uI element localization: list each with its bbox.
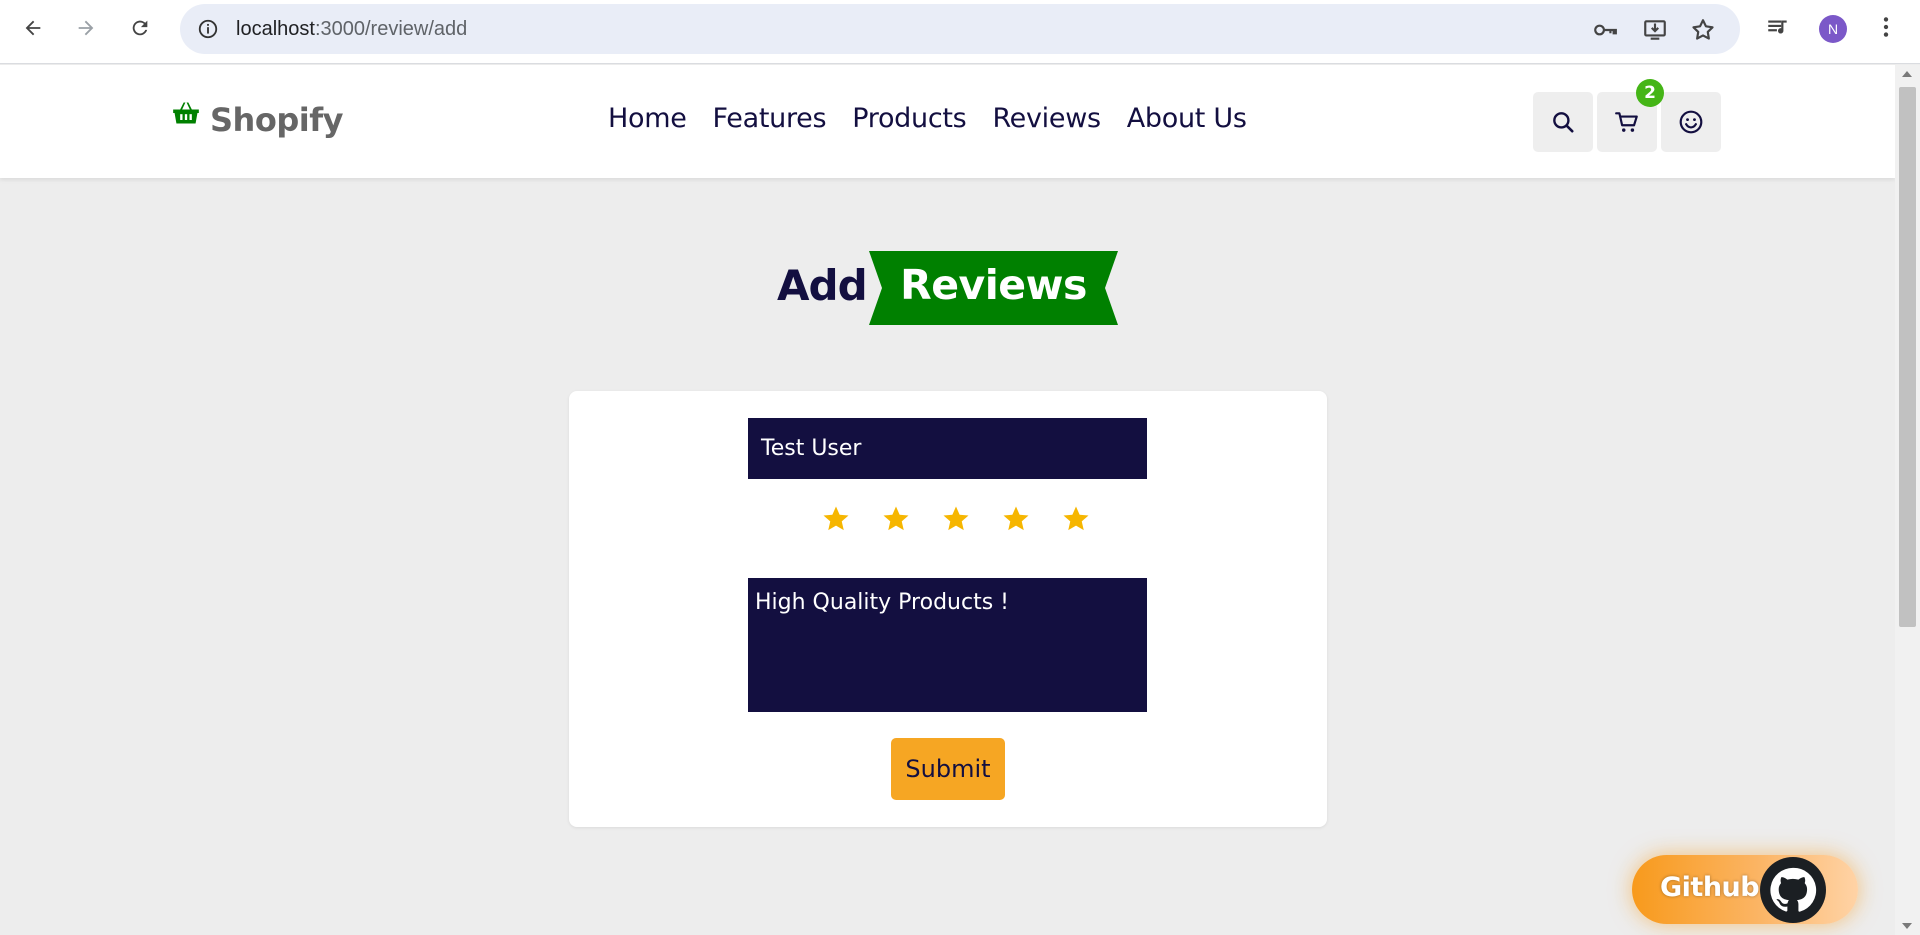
url-host: localhost [236, 18, 315, 40]
profile-avatar[interactable]: N [1819, 15, 1847, 43]
nav-link-products[interactable]: Products [852, 103, 966, 134]
name-input[interactable]: Test User [748, 418, 1147, 479]
password-key-icon[interactable] [1592, 17, 1618, 43]
back-button[interactable] [15, 10, 51, 46]
cart-count-badge: 2 [1636, 79, 1664, 107]
forward-button[interactable] [68, 10, 104, 46]
main-nav: Home Features Products Reviews About Us [608, 103, 1273, 134]
nav-link-features[interactable]: Features [713, 103, 827, 134]
review-form-card: Test User High Quality Products ! Submit [569, 391, 1327, 827]
heading-ribbon: Reviews [869, 251, 1118, 325]
search-button[interactable] [1533, 92, 1593, 152]
scroll-up-arrow-icon[interactable] [1902, 71, 1912, 77]
site-logo[interactable]: Shopify [172, 101, 343, 139]
account-button[interactable] [1661, 92, 1721, 152]
star-icon[interactable] [818, 501, 854, 537]
cart-icon [1615, 112, 1638, 132]
nav-link-reviews[interactable]: Reviews [992, 103, 1101, 134]
scroll-down-arrow-icon[interactable] [1902, 923, 1912, 929]
heading-add-text: Add [777, 261, 868, 310]
scroll-thumb[interactable] [1899, 87, 1916, 627]
star-rating[interactable] [818, 501, 1094, 537]
url-path: :3000/review/add [314, 18, 468, 40]
install-app-icon[interactable] [1642, 17, 1668, 43]
nav-link-home[interactable]: Home [608, 103, 687, 134]
star-icon[interactable] [1058, 501, 1094, 537]
forward-arrow-icon [78, 20, 94, 36]
shopping-basket-icon [173, 102, 199, 124]
nav-link-about-us[interactable]: About Us [1127, 103, 1247, 134]
more-vert-icon[interactable] [1872, 13, 1900, 41]
logo-text: Shopify [210, 101, 343, 139]
heading-reviews-text: Reviews [900, 261, 1087, 309]
review-textarea[interactable]: High Quality Products ! [748, 578, 1147, 712]
page-scrollbar[interactable] [1895, 65, 1920, 935]
browser-toolbar: localhost:3000/review/add N [0, 0, 1920, 64]
reload-icon [132, 20, 148, 36]
star-icon[interactable] [878, 501, 914, 537]
media-control-icon[interactable] [1764, 13, 1792, 41]
github-label: Github [1660, 872, 1760, 903]
bookmark-star-icon[interactable] [1690, 17, 1716, 43]
github-button[interactable]: Github [1632, 855, 1858, 924]
address-bar[interactable]: localhost:3000/review/add [180, 4, 1740, 54]
star-icon[interactable] [938, 501, 974, 537]
smiley-user-icon [1679, 110, 1703, 134]
github-icon [1760, 857, 1826, 923]
site-header: Shopify Home Features Products Reviews A… [0, 65, 1895, 178]
site-info-icon[interactable] [194, 15, 222, 43]
submit-button[interactable]: Submit [891, 738, 1005, 800]
search-icon [1553, 112, 1574, 133]
back-arrow-icon [25, 20, 41, 36]
reload-button[interactable] [122, 10, 158, 46]
page-heading: Add Reviews [0, 251, 1895, 325]
star-icon[interactable] [998, 501, 1034, 537]
url-text[interactable]: localhost:3000/review/add [236, 18, 467, 41]
